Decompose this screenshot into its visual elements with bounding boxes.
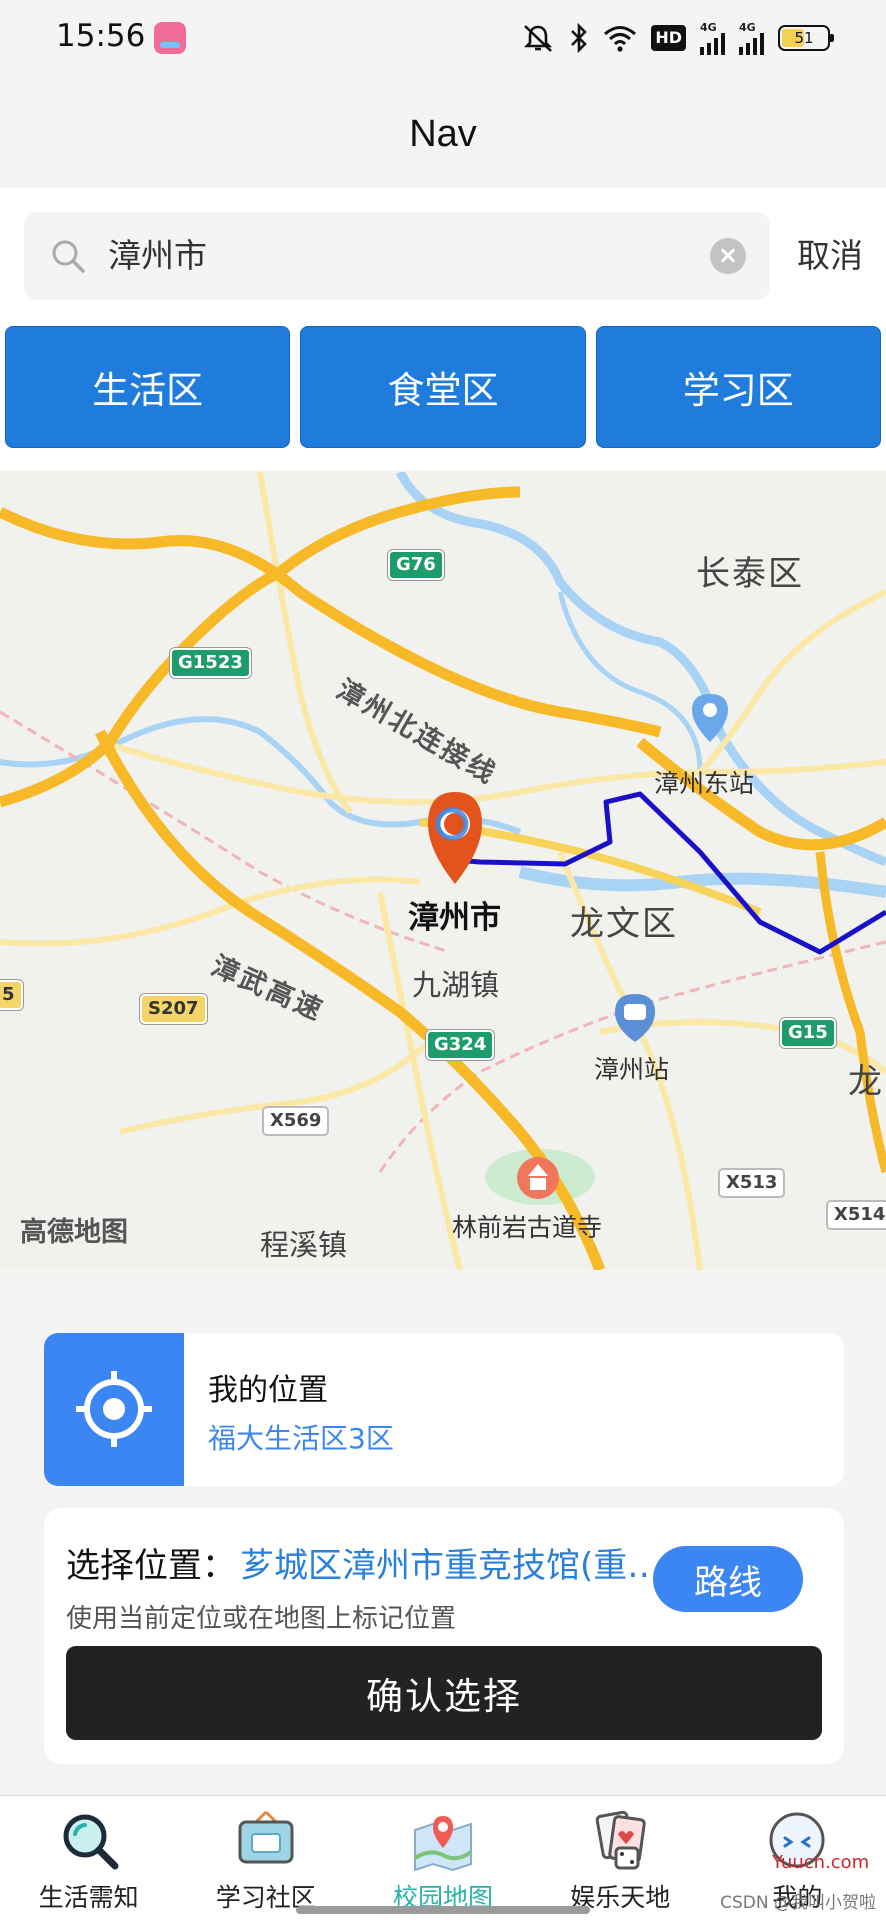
tab-study-community[interactable]: 学习社区 bbox=[177, 1796, 354, 1920]
hd-voice-icon: HD bbox=[651, 25, 686, 51]
app-notification-icon bbox=[154, 22, 186, 54]
search-icon bbox=[52, 240, 85, 273]
zone-buttons: 生活区 食堂区 学习区 bbox=[5, 326, 881, 448]
choose-location-value: 芗城区漳州市重竞技馆(重竞技馆) bbox=[240, 1546, 680, 1586]
highway-shield: G15 bbox=[780, 1018, 836, 1048]
locate-button[interactable] bbox=[44, 1333, 184, 1486]
status-bar: 15:56 HD 4G 4G 51 bbox=[0, 0, 886, 80]
clear-icon[interactable] bbox=[710, 238, 746, 274]
home-indicator[interactable] bbox=[296, 1906, 590, 1914]
highway-shield: G1523 bbox=[170, 648, 251, 678]
map-label-district: 龙文区 bbox=[570, 904, 678, 944]
map-label-town: 九湖镇 bbox=[412, 968, 500, 1002]
tab-label: 生活需知 bbox=[38, 1883, 139, 1912]
battery-level: 51 bbox=[794, 29, 814, 47]
map-label-district: 龙 bbox=[848, 1062, 884, 1102]
zone-button-study[interactable]: 学习区 bbox=[595, 326, 881, 448]
watermark-text: CSDN @我叫小贺啦 bbox=[720, 1893, 876, 1913]
highway-shield: G324 bbox=[426, 1030, 495, 1060]
cancel-button[interactable]: 取消 bbox=[782, 212, 878, 300]
sim2-network-type: 4G bbox=[739, 20, 756, 34]
confirm-button[interactable]: 确认选择 bbox=[66, 1646, 822, 1740]
highway-shield: 5 bbox=[0, 980, 23, 1010]
location-marker-icon bbox=[428, 792, 482, 884]
highway-shield: G76 bbox=[388, 550, 444, 580]
status-icons: HD 4G 4G 51 bbox=[521, 20, 834, 56]
search-input[interactable]: 漳州市 bbox=[24, 212, 770, 300]
tab-entertainment[interactable]: 娱乐天地 bbox=[532, 1796, 709, 1920]
amap-logo-icon bbox=[20, 1210, 886, 1270]
title-bar: Nav bbox=[0, 80, 886, 188]
map-label-poi: 漳州东站 bbox=[654, 769, 755, 798]
page-title: Nav bbox=[409, 113, 477, 155]
map-label-city: 漳州市 bbox=[408, 900, 501, 936]
choose-location-card: 选择位置： 芗城区漳州市重竞技馆(重竞技馆) 路线 使用当前定位或在地图上标记位… bbox=[44, 1508, 844, 1764]
zone-button-canteen[interactable]: 食堂区 bbox=[300, 326, 586, 448]
sim1-network-type: 4G bbox=[700, 20, 717, 34]
temple-icon bbox=[517, 1157, 559, 1199]
tab-campus-map[interactable]: 校园地图 bbox=[354, 1796, 531, 1920]
bottom-sheet: 我的位置 福大生活区3区 选择位置： 芗城区漳州市重竞技馆(重竞技馆) 路线 使… bbox=[0, 1270, 886, 1795]
magnifier-icon bbox=[63, 1814, 119, 1870]
choose-location-label: 选择位置： bbox=[66, 1546, 236, 1586]
locate-icon bbox=[76, 1371, 152, 1447]
bluetooth-icon bbox=[571, 23, 588, 53]
route-button[interactable]: 路线 bbox=[653, 1546, 803, 1612]
tab-living-guide[interactable]: 生活需知 bbox=[0, 1796, 177, 1920]
highway-shield: X569 bbox=[262, 1106, 330, 1136]
map-logo: 高德地图 bbox=[20, 1210, 128, 1249]
choose-location-hint: 使用当前定位或在地图上标记位置 bbox=[66, 1604, 457, 1634]
highway-shield: X513 bbox=[718, 1168, 786, 1198]
map-view[interactable]: G76 G1523 S207 G324 X569 G15 X513 X514 5… bbox=[0, 472, 886, 1270]
silent-mode-icon bbox=[524, 25, 553, 52]
map-label-district: 长泰区 bbox=[696, 554, 804, 594]
my-location-card[interactable]: 我的位置 福大生活区3区 bbox=[44, 1333, 844, 1486]
board-icon bbox=[238, 1810, 294, 1864]
map-label-poi: 漳州站 bbox=[594, 1055, 670, 1084]
railway-station-icon bbox=[615, 994, 655, 1042]
zone-button-living[interactable]: 生活区 bbox=[5, 326, 291, 448]
watermark-site: Yuucn.com bbox=[772, 1852, 870, 1873]
battery-icon: 51 bbox=[778, 25, 834, 51]
search-area: 漳州市 取消 生活区 食堂区 学习区 bbox=[0, 188, 886, 470]
search-value[interactable]: 漳州市 bbox=[108, 212, 207, 300]
signal-icon: 4G bbox=[700, 22, 725, 55]
cards-icon bbox=[595, 1810, 646, 1870]
map-icon bbox=[413, 1816, 473, 1872]
highway-shield: S207 bbox=[140, 994, 207, 1024]
signal-icon: 4G bbox=[739, 22, 764, 55]
status-time: 15:56 bbox=[56, 18, 146, 54]
wifi-icon bbox=[604, 26, 637, 52]
my-location-title: 我的位置 bbox=[208, 1373, 328, 1408]
my-location-address: 福大生活区3区 bbox=[208, 1422, 394, 1455]
